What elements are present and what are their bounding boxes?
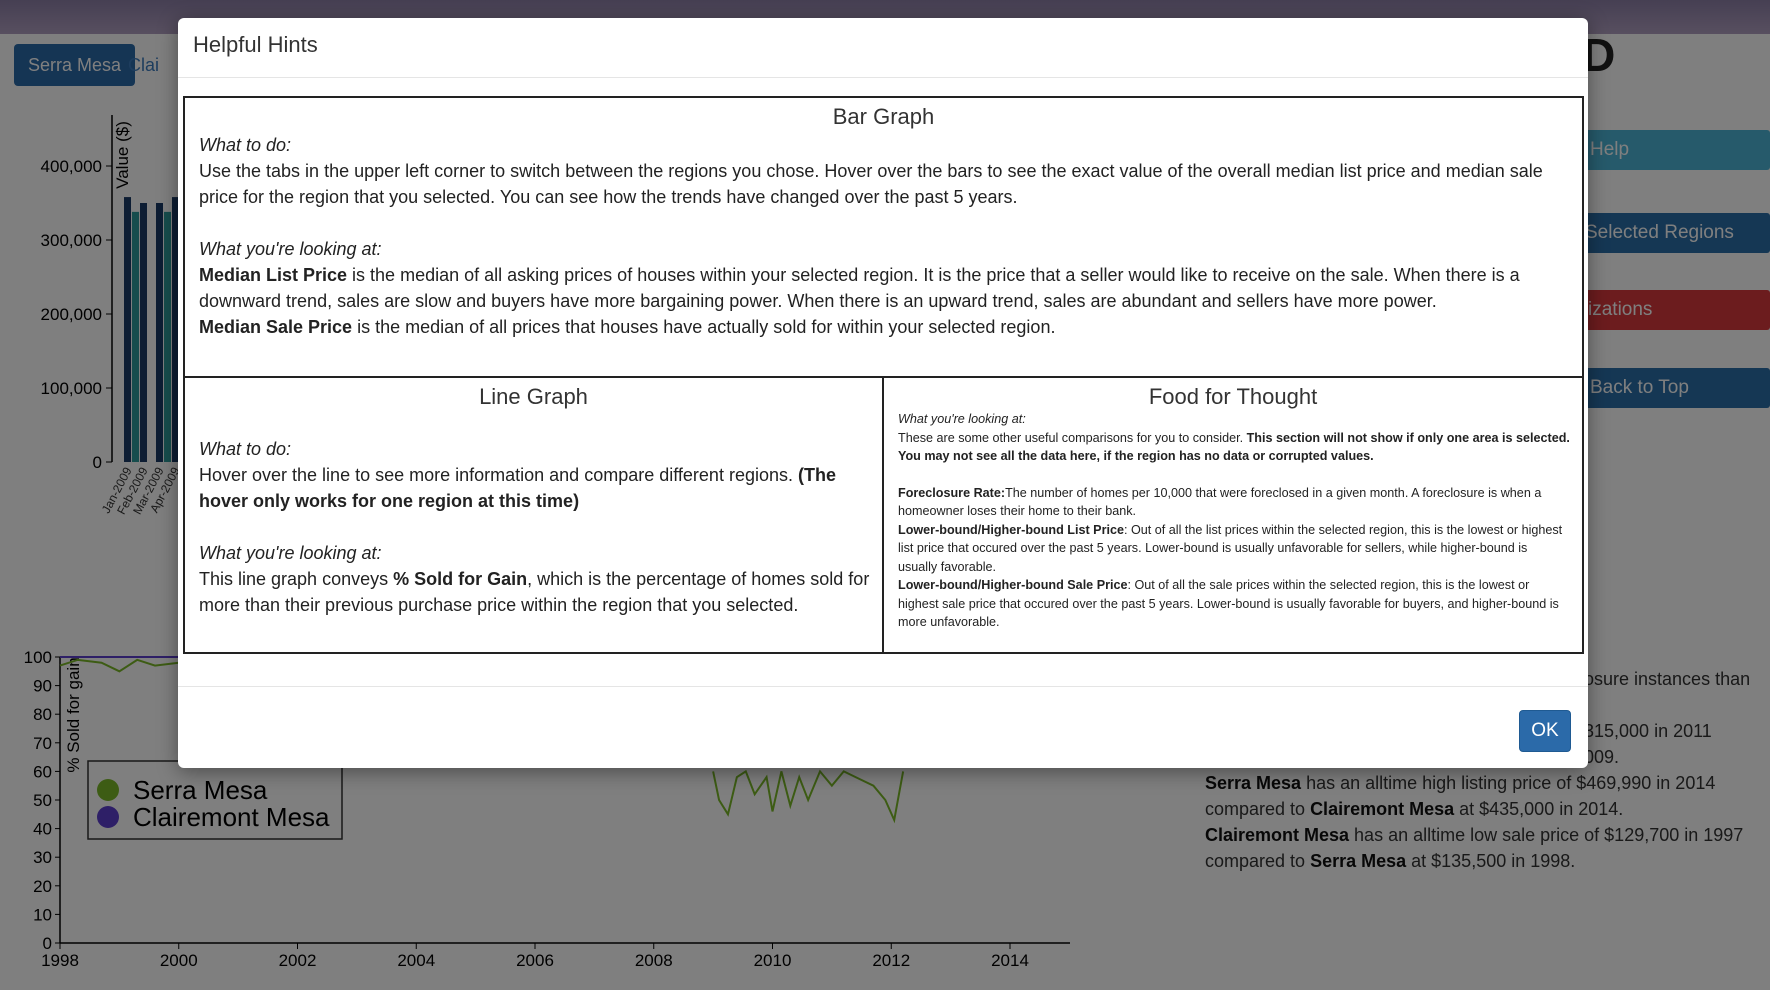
food-for-thought-text: What you're looking at: These are some o… [898,412,1570,629]
line-graph-text: What to do: Hover over the line to see m… [199,439,870,615]
section-title: Food for Thought [1148,384,1318,409]
ok-button[interactable]: OK [1519,710,1571,752]
bar-graph-text: What to do: Use the tabs in the upper le… [199,135,1543,337]
section-title: Line Graph [479,384,588,409]
bar-graph-section: Bar Graph What to do: Use the tabs in th… [183,96,1584,378]
line-graph-section: Line Graph What to do: Hover over the li… [183,376,884,654]
section-title: Bar Graph [832,104,935,129]
modal-footer-divider [178,686,1588,687]
modal-header-divider [178,77,1588,78]
food-for-thought-section: Food for Thought What you're looking at:… [882,376,1584,654]
modal-title: Helpful Hints [193,32,318,57]
